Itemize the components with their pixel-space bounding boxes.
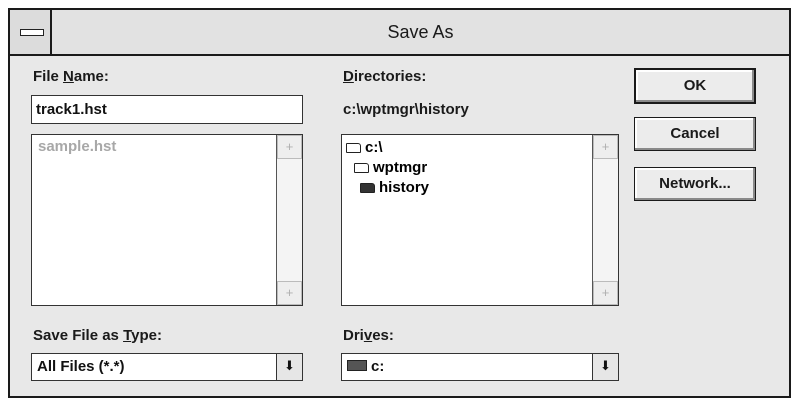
directory-list-scrollbar[interactable]: + + [592, 135, 618, 305]
scroll-up-arrow-icon[interactable]: + [593, 135, 618, 159]
drives-label: Drives: [343, 327, 394, 344]
save-type-value: All Files (*.*) [37, 358, 125, 375]
directory-item-wptmgr[interactable]: wptmgr [354, 159, 427, 176]
folder-icon [360, 183, 375, 193]
ok-button[interactable]: OK [634, 68, 756, 104]
save-type-select[interactable]: All Files (*.*) ⬇ [31, 353, 303, 381]
open-folder-icon [346, 143, 361, 153]
directories-label: Directories: [343, 68, 427, 85]
drives-select[interactable]: c: ⬇ [341, 353, 619, 381]
file-list-scrollbar[interactable]: + + [276, 135, 302, 305]
directory-list[interactable]: c:\ wptmgr history + + [341, 134, 619, 306]
network-button[interactable]: Network... [634, 167, 756, 201]
scroll-down-arrow-icon[interactable]: + [593, 281, 618, 305]
file-name-input[interactable] [31, 95, 303, 124]
scroll-up-arrow-icon[interactable]: + [277, 135, 302, 159]
drive-icon [347, 360, 367, 371]
directory-item-history[interactable]: history [360, 179, 429, 196]
save-type-label: Save File as Type: [33, 327, 162, 344]
dropdown-arrow-icon[interactable]: ⬇ [276, 354, 302, 380]
current-directory-path: c:\wptmgr\history [343, 101, 469, 118]
title-bar: Save As [10, 10, 789, 56]
system-menu-button[interactable] [10, 10, 52, 54]
file-list[interactable]: sample.hst + + [31, 134, 303, 306]
file-name-label: File Name: [33, 68, 109, 85]
open-folder-icon [354, 163, 369, 173]
system-menu-icon [20, 29, 44, 36]
save-as-dialog: Save As File Name: sample.hst + + Direct… [8, 8, 791, 398]
scroll-down-arrow-icon[interactable]: + [277, 281, 302, 305]
cancel-button[interactable]: Cancel [634, 117, 756, 151]
list-item[interactable]: sample.hst [38, 138, 116, 155]
dropdown-arrow-icon[interactable]: ⬇ [592, 354, 618, 380]
directory-item-root[interactable]: c:\ [346, 139, 383, 156]
drives-value: c: [347, 354, 384, 380]
dialog-title: Save As [387, 22, 454, 42]
